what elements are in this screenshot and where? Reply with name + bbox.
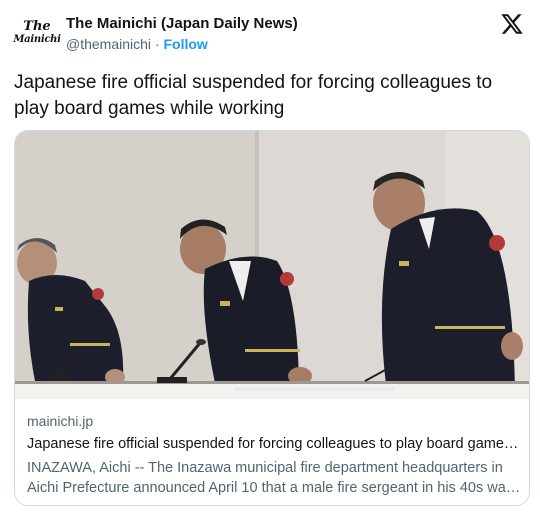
author-handle-row: @themainichi · Follow <box>66 34 298 54</box>
card-description: INAZAWA, Aichi -- The Inazawa municipal … <box>27 460 514 496</box>
avatar-logo-line1: The <box>23 19 51 34</box>
handle-separator: · <box>154 36 160 52</box>
tweet-text: Japanese fire official suspended for for… <box>14 72 493 119</box>
x-logo-icon[interactable] <box>500 12 524 36</box>
card-body: mainichi.jp Japanese fire official suspe… <box>27 411 521 498</box>
avatar-logo: The Mainichi <box>13 20 60 46</box>
card-title[interactable]: Japanese fire official suspended for for… <box>27 434 521 454</box>
author-display-name[interactable]: The Mainichi (Japan Daily News) <box>66 14 298 33</box>
avatar[interactable]: The Mainichi <box>13 10 61 56</box>
avatar-logo-line2: Mainichi <box>13 34 61 45</box>
link-card[interactable]: mainichi.jp Japanese fire official suspe… <box>14 130 530 506</box>
follow-button[interactable]: Follow <box>163 36 207 52</box>
news-photo[interactable] <box>15 131 529 399</box>
author-handle[interactable]: @themainichi <box>66 36 151 52</box>
tweet: The Mainichi The Mainichi (Japan Daily N… <box>0 0 540 516</box>
tweet-header: The Mainichi The Mainichi (Japan Daily N… <box>13 10 526 56</box>
author-info: The Mainichi (Japan Daily News) @themain… <box>66 14 298 54</box>
card-domain: mainichi.jp <box>27 413 94 429</box>
